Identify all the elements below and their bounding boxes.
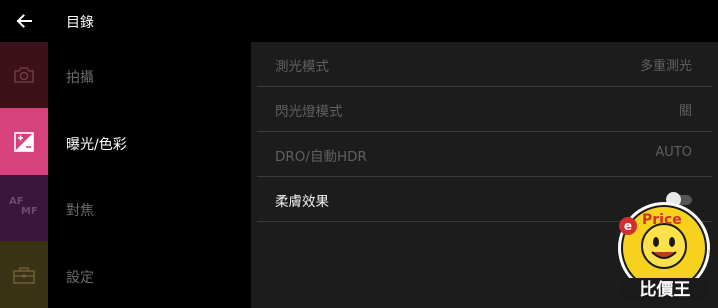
setting-row-flash[interactable]: 閃光燈模式 關 [251, 87, 712, 132]
toolbox-icon [13, 266, 35, 284]
setting-label: DRO/自動HDR [275, 149, 367, 165]
af-mf-icon: AF MF [9, 196, 39, 220]
svg-text:比價王: 比價王 [640, 279, 691, 300]
setting-value: 關 [678, 104, 692, 119]
category-tile-exposure[interactable] [0, 108, 48, 175]
setting-label: 閃光燈模式 [275, 104, 343, 120]
category-label-exposure[interactable]: 曝光/色彩 [66, 134, 127, 154]
svg-text:Price: Price [642, 212, 682, 228]
category-tile-settings[interactable] [0, 241, 48, 308]
camera-icon [14, 67, 34, 83]
arrow-left-icon [16, 14, 32, 28]
category-label-shooting[interactable]: 拍攝 [66, 67, 94, 87]
mf-text: MF [21, 206, 38, 217]
category-tile-focus[interactable]: AF MF [0, 175, 48, 241]
category-label-focus[interactable]: 對焦 [66, 200, 94, 220]
svg-text:e: e [624, 219, 632, 233]
top-bar: 目錄 [0, 0, 718, 42]
category-label-settings[interactable]: 設定 [66, 267, 94, 287]
setting-label: 柔膚效果 [275, 194, 329, 210]
exposure-icon [14, 131, 34, 152]
setting-row-metering[interactable]: 測光模式 多重測光 [251, 42, 712, 87]
back-button[interactable] [14, 11, 34, 31]
setting-value: AUTO [655, 145, 692, 160]
setting-value: 多重測光 [639, 59, 692, 74]
eprice-watermark-logo: e Price .com.tw 比價王 [612, 200, 718, 304]
page-title: 目錄 [66, 15, 94, 31]
setting-row-dro-hdr[interactable]: DRO/自動HDR AUTO [251, 132, 712, 177]
setting-label: 測光模式 [275, 59, 329, 75]
category-tile-shooting[interactable] [0, 42, 48, 108]
